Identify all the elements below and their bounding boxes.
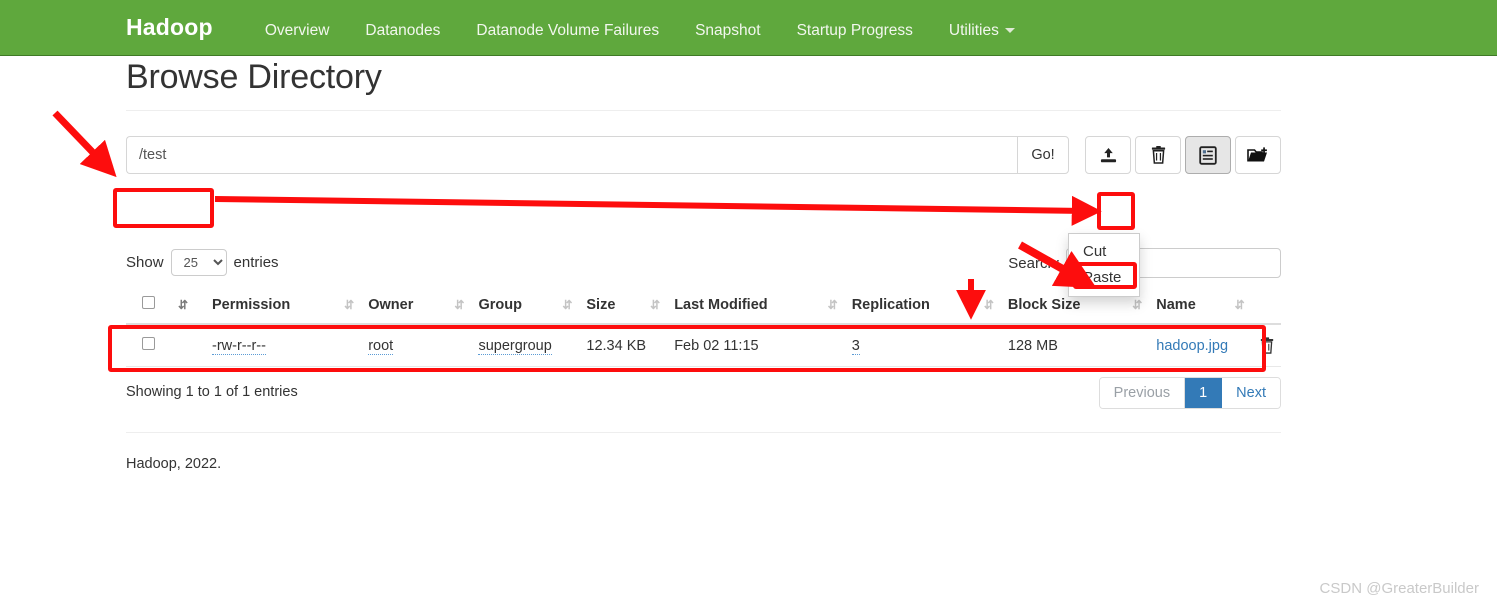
pagination-previous[interactable]: Previous [1099,378,1186,408]
table-body: -rw-r--r-- root supergroup 12.34 KB Feb … [126,324,1281,367]
sort-icon[interactable]: ⇵ [650,298,660,312]
table-search-control: Search: [1008,248,1281,278]
pagination-next[interactable]: Next [1222,378,1280,408]
cell-group[interactable]: supergroup [478,324,587,367]
top-navbar: Hadoop Overview Datanodes Datanode Volum… [0,0,1497,56]
cell-size: 12.34 KB [586,324,675,367]
page-length-select[interactable]: 25 50 100 [170,249,227,276]
th-actions [1258,292,1281,325]
cell-actions[interactable] [1258,324,1281,367]
th-owner[interactable]: Owner ⇵ [368,292,479,325]
row-checkbox[interactable] [142,337,155,350]
nav-link-datanode-volume-failures[interactable]: Datanode Volume Failures [458,22,677,40]
sort-icon[interactable]: ⇵ [1132,298,1142,312]
th-last-modified-label: Last Modified [674,296,768,313]
file-name-link[interactable]: hadoop.jpg [1156,338,1228,354]
entries-label: entries [233,254,279,271]
search-label: Search: [1008,254,1060,272]
path-bar: Go! [126,136,1281,174]
th-last-modified[interactable]: Last Modified ⇵ [674,292,852,325]
arrow-to-title [52,110,117,178]
th-name[interactable]: Name ⇵ [1156,292,1259,325]
new-folder-button[interactable] [1235,136,1281,174]
cell-replication[interactable]: 3 [851,324,1008,367]
owner-value[interactable]: root [368,337,394,355]
go-button[interactable]: Go! [1017,136,1069,174]
nav-link-startup-progress[interactable]: Startup Progress [779,22,931,40]
th-name-label: Name [1156,296,1196,313]
row-type-cell [168,324,212,367]
clipboard-dropdown-menu: Cut Paste [1068,233,1140,297]
page-title: Browse Directory [126,58,382,96]
show-label: Show [126,254,164,271]
menu-item-paste[interactable]: Paste [1069,265,1139,291]
sort-icon[interactable]: ⇵ [178,298,188,312]
nav-link-datanodes[interactable]: Datanodes [347,22,458,40]
clipboard-icon [1199,145,1217,165]
cell-permission[interactable]: -rw-r--r-- [212,324,369,367]
th-type-sort[interactable]: ⇵ [168,292,212,325]
sort-icon[interactable]: ⇵ [984,298,994,312]
pagination: Previous 1 Next [1098,377,1281,409]
new-folder-icon [1247,146,1269,164]
path-input[interactable] [126,136,1017,174]
th-permission[interactable]: Permission ⇵ [212,292,369,325]
sort-icon[interactable]: ⇵ [828,298,838,312]
th-replication[interactable]: Replication ⇵ [851,292,1008,325]
menu-item-cut[interactable]: Cut [1069,239,1139,265]
cell-owner[interactable]: root [368,324,479,367]
table-row[interactable]: -rw-r--r-- root supergroup 12.34 KB Feb … [126,324,1281,367]
th-size-label: Size [586,296,616,313]
nav-link-utilities-label: Utilities [948,22,999,39]
sort-icon[interactable]: ⇵ [1235,298,1245,312]
navbar-brand[interactable]: Hadoop [126,14,213,41]
title-divider [126,110,1281,111]
th-block-size-label: Block Size [1007,296,1081,313]
replication-value[interactable]: 3 [851,337,860,355]
nav-link-snapshot[interactable]: Snapshot [677,22,779,40]
box-around-clipboard-button [1097,192,1135,230]
cell-block-size: 128 MB [1007,324,1157,367]
navbar-links: Overview Datanodes Datanode Volume Failu… [247,22,1033,40]
th-select-all[interactable] [126,292,168,325]
th-replication-label: Replication [851,296,930,313]
sort-icon[interactable]: ⇵ [562,298,572,312]
th-group[interactable]: Group ⇵ [478,292,587,325]
upload-icon [1099,147,1118,164]
directory-table: ⇵ Permission ⇵ Owner ⇵ Group ⇵ Size ⇵ La… [126,292,1281,367]
table-length-control: Show 25 50 100 entries [126,249,279,276]
row-checkbox-cell[interactable] [126,324,168,367]
th-group-label: Group [478,296,522,313]
cell-last-modified: Feb 02 11:15 [674,324,852,367]
row-trash-icon[interactable] [1259,337,1281,354]
upload-button[interactable] [1085,136,1131,174]
permission-value[interactable]: -rw-r--r-- [212,337,266,355]
th-size[interactable]: Size ⇵ [586,292,675,325]
clipboard-button[interactable] [1185,136,1231,174]
th-owner-label: Owner [368,296,414,313]
cell-name[interactable]: hadoop.jpg [1156,324,1259,367]
sort-icon[interactable]: ⇵ [454,298,464,312]
chevron-down-icon [1004,28,1015,34]
nav-link-overview[interactable]: Overview [247,22,348,40]
select-all-checkbox[interactable] [142,296,155,309]
box-around-path-input [113,188,214,228]
arrow-path-to-clipboard [214,195,1102,226]
footer-text: Hadoop, 2022. [126,456,222,472]
nav-link-utilities[interactable]: Utilities [931,22,1033,40]
group-value[interactable]: supergroup [478,337,552,355]
footer-divider [126,432,1281,433]
table-info: Showing 1 to 1 of 1 entries [126,384,298,400]
sort-icon[interactable]: ⇵ [344,298,354,312]
delete-button[interactable] [1135,136,1181,174]
trash-icon [1150,146,1167,164]
pagination-page-1[interactable]: 1 [1185,378,1223,408]
watermark: CSDN @GreaterBuilder [1319,580,1479,597]
th-permission-label: Permission [212,296,291,313]
navbar-inner: Hadoop Overview Datanodes Datanode Volum… [0,14,1033,41]
